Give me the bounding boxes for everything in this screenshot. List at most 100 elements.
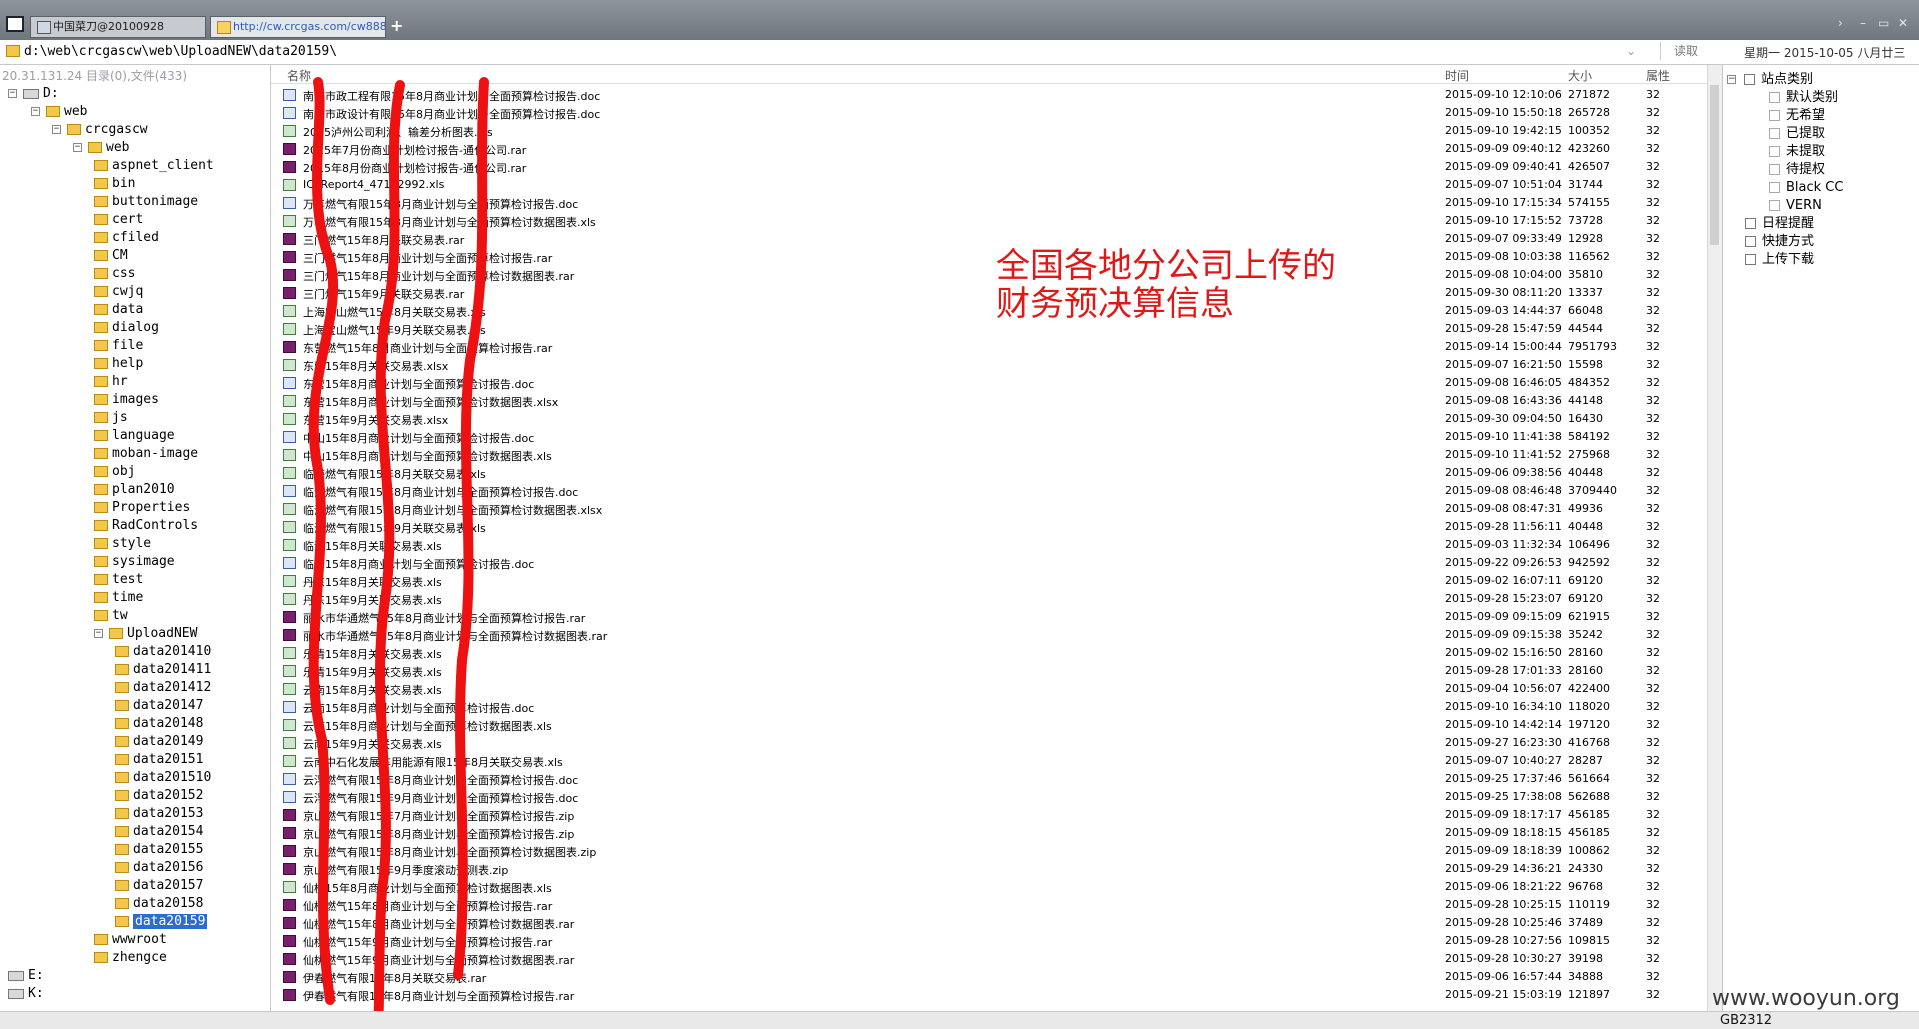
- file-row[interactable]: 上海宝山燃气15年8月关联交易表.xls 2015-09-03 14:44:37 6…: [271, 302, 1691, 320]
- site-category-item[interactable]: 无希望: [1769, 107, 1825, 125]
- file-row[interactable]: 2015年8月份商业计划检讨报告-通化公司.rar 2015-09-09 09:4…: [271, 158, 1691, 176]
- tab-site[interactable]: http://cw.crcgas.com/cw888...: [210, 16, 386, 38]
- tree-item[interactable]: aspnet_client: [94, 157, 214, 175]
- tree-item[interactable]: data201411: [115, 661, 211, 679]
- file-row[interactable]: 仙桃15年8月商业计划与全面预算检讨数据图表.xls 2015-09-06 18:…: [271, 878, 1691, 896]
- tree-item[interactable]: sysimage: [94, 553, 175, 571]
- tree-item[interactable]: E:: [8, 967, 44, 985]
- file-list-scrollbar[interactable]: [1707, 65, 1722, 1011]
- file-row[interactable]: 万年燃气有限15年8月商业计划与全面预算检讨报告.doc 2015-09-10 1…: [271, 194, 1691, 212]
- file-row[interactable]: 丽水市华通燃气15年8月商业计划与全面预算检讨数据图表.rar 2015-09-0…: [271, 626, 1691, 644]
- site-category-item[interactable]: VERN: [1769, 197, 1822, 215]
- tree-item[interactable]: data20149: [115, 733, 203, 751]
- tree-item[interactable]: data20153: [115, 805, 203, 823]
- tree-item[interactable]: buttonimage: [94, 193, 198, 211]
- file-row[interactable]: 临沂15年8月关联交易表.xls 2015-09-03 11:32:34 10649…: [271, 536, 1691, 554]
- tree-item[interactable]: moban-image: [94, 445, 198, 463]
- tree-item[interactable]: js: [94, 409, 128, 427]
- site-category-item[interactable]: 待提权: [1769, 161, 1825, 179]
- minimize-icon[interactable]: –: [1860, 16, 1866, 30]
- site-category-item[interactable]: 未提取: [1769, 143, 1825, 161]
- file-row[interactable]: 仙桃燃气15年9月商业计划与全面预算检讨报告.rar 2015-09-28 10:…: [271, 932, 1691, 950]
- tree-item[interactable]: file: [94, 337, 143, 355]
- tree-item[interactable]: images: [94, 391, 159, 409]
- file-row[interactable]: 伊春燃气有限15年8月商业计划与全面预算检讨报告.rar 2015-09-21 1…: [271, 986, 1691, 1004]
- tree-item[interactable]: − web: [73, 139, 129, 157]
- file-row[interactable]: 京山燃气有限15年8月商业计划与全面预算检讨数据图表.zip 2015-09-09…: [271, 842, 1691, 860]
- file-row[interactable]: 乐清15年9月关联交易表.xls 2015-09-28 17:01:33 28160…: [271, 662, 1691, 680]
- file-row[interactable]: 临海燃气有限15年9月关联交易表.xls 2015-09-28 11:56:11 4…: [271, 518, 1691, 536]
- path-input[interactable]: d:\web\crcgascw\web\UploadNEW\data20159\: [24, 44, 337, 59]
- tree-item[interactable]: test: [94, 571, 143, 589]
- site-category-item[interactable]: 快捷方式: [1745, 233, 1814, 251]
- tree-item[interactable]: cfiled: [94, 229, 159, 247]
- file-row[interactable]: 云南15年8月商业计划与全面预算检讨报告.doc 2015-09-10 16:34…: [271, 698, 1691, 716]
- tree-item[interactable]: data201412: [115, 679, 211, 697]
- tree-item[interactable]: data: [94, 301, 143, 319]
- column-size[interactable]: 大小: [1568, 67, 1592, 84]
- tree-item[interactable]: bin: [94, 175, 135, 193]
- file-row[interactable]: 南京市政设计有限15年8月商业计划与全面预算检讨报告.doc 2015-09-10…: [271, 104, 1691, 122]
- tree-item[interactable]: language: [94, 427, 175, 445]
- tree-item[interactable]: obj: [94, 463, 135, 481]
- file-row[interactable]: 云南中石化发展车用能源有限15年8月关联交易表.xls 2015-09-07 10…: [271, 752, 1691, 770]
- site-category-item[interactable]: 已提取: [1769, 125, 1825, 143]
- file-row[interactable]: 东营15年8月商业计划与全面预算检讨报告.doc 2015-09-08 16:46…: [271, 374, 1691, 392]
- maximize-icon[interactable]: ▭: [1878, 16, 1889, 30]
- tree-item[interactable]: data201510: [115, 769, 211, 787]
- path-dropdown-icon[interactable]: ⌄: [1626, 44, 1636, 58]
- file-row[interactable]: 丹东15年9月关联交易表.xls 2015-09-28 15:23:07 69120…: [271, 590, 1691, 608]
- file-row[interactable]: 临海燃气有限15年8月商业计划与全面预算检讨报告.doc 2015-09-08 0…: [271, 482, 1691, 500]
- tree-item[interactable]: data201410: [115, 643, 211, 661]
- file-row[interactable]: 京山燃气有限15年9月季度滚动预测表.zip 2015-09-29 14:36:2…: [271, 860, 1691, 878]
- tree-item[interactable]: − web: [31, 103, 87, 121]
- file-row[interactable]: 云浮燃气有限15年8月商业计划与全面预算检讨报告.doc 2015-09-25 1…: [271, 770, 1691, 788]
- file-row[interactable]: ICPReport4_47182992.xls 2015-09-07 10:51:…: [271, 176, 1691, 194]
- file-row[interactable]: 临海燃气有限15年8月关联交易表.xls 2015-09-06 09:38:56 4…: [271, 464, 1691, 482]
- file-row[interactable]: 伊春燃气有限15年8月关联交易表.rar 2015-09-06 16:57:44 3…: [271, 968, 1691, 986]
- tree-item[interactable]: time: [94, 589, 143, 607]
- tree-item[interactable]: tw: [94, 607, 128, 625]
- collapse-icon[interactable]: −: [52, 125, 61, 134]
- file-row[interactable]: 临海燃气有限15年8月商业计划与全面预算检讨数据图表.xlsx 2015-09-0…: [271, 500, 1691, 518]
- tree-item[interactable]: hr: [94, 373, 128, 391]
- file-row[interactable]: 云浮燃气有限15年9月商业计划与全面预算检讨报告.doc 2015-09-25 1…: [271, 788, 1691, 806]
- tree-item[interactable]: K:: [8, 985, 44, 1003]
- file-row[interactable]: 东营15年9月关联交易表.xlsx 2015-09-30 09:04:50 1643…: [271, 410, 1691, 428]
- tree-item[interactable]: − crcgascw: [52, 121, 148, 139]
- tree-item[interactable]: data20151: [115, 751, 203, 769]
- scroll-thumb[interactable]: [1710, 85, 1719, 245]
- column-name[interactable]: 名称: [287, 67, 311, 84]
- close-icon[interactable]: ✕: [1898, 16, 1908, 30]
- file-row[interactable]: 云南15年8月商业计划与全面预算检讨数据图表.xls 2015-09-10 14:…: [271, 716, 1691, 734]
- tree-item[interactable]: style: [94, 535, 151, 553]
- collapse-icon[interactable]: −: [94, 629, 103, 638]
- file-row[interactable]: 云南15年9月关联交易表.xls 2015-09-27 16:23:30 41676…: [271, 734, 1691, 752]
- tree-item[interactable]: data20156: [115, 859, 203, 877]
- file-row[interactable]: 仙桃燃气15年8月商业计划与全面预算检讨报告.rar 2015-09-28 10:…: [271, 896, 1691, 914]
- collapse-icon[interactable]: −: [1727, 75, 1736, 84]
- add-tab-button[interactable]: +: [390, 16, 403, 35]
- file-row[interactable]: 三门燃气15年8月商业计划与全面预算检讨数据图表.rar 2015-09-08 1…: [271, 266, 1691, 284]
- file-row[interactable]: 丽水市华通燃气15年8月商业计划与全面预算检讨报告.rar 2015-09-09 …: [271, 608, 1691, 626]
- tree-item[interactable]: data20157: [115, 877, 203, 895]
- file-row[interactable]: 三门燃气15年8月关联交易表.rar 2015-09-07 09:33:49 129…: [271, 230, 1691, 248]
- tree-item[interactable]: RadControls: [94, 517, 198, 535]
- file-row[interactable]: 中山15年8月商业计划与全面预算检讨数据图表.xls 2015-09-10 11:…: [271, 446, 1691, 464]
- tab-caidao[interactable]: 中国菜刀@20100928: [30, 16, 206, 38]
- file-row[interactable]: 乐清15年8月关联交易表.xls 2015-09-02 15:16:50 28160…: [271, 644, 1691, 662]
- collapse-icon[interactable]: −: [73, 143, 82, 152]
- site-category-item[interactable]: 默认类别: [1769, 89, 1838, 107]
- tree-item[interactable]: zhengce: [94, 949, 167, 967]
- app-icon[interactable]: [6, 16, 24, 32]
- next-tab-icon[interactable]: ›: [1838, 16, 1843, 30]
- collapse-icon[interactable]: −: [8, 89, 17, 98]
- file-row[interactable]: 仙桃燃气15年9月商业计划与全面预算检讨数据图表.rar 2015-09-28 1…: [271, 950, 1691, 968]
- tree-item[interactable]: cwjq: [94, 283, 143, 301]
- file-row[interactable]: 东营燃气15年8月商业计划与全面预算检讨报告.rar 2015-09-14 15:…: [271, 338, 1691, 356]
- file-row[interactable]: 南京市政工程有限15年8月商业计划与全面预算检讨报告.doc 2015-09-10…: [271, 86, 1691, 104]
- file-row[interactable]: 云南15年8月关联交易表.xls 2015-09-04 10:56:07 42240…: [271, 680, 1691, 698]
- file-row[interactable]: 东营15年8月关联交易表.xlsx 2015-09-07 16:21:50 1559…: [271, 356, 1691, 374]
- file-row[interactable]: 三门燃气15年9月关联交易表.rar 2015-09-30 08:11:20 133…: [271, 284, 1691, 302]
- file-row[interactable]: 2015年7月份商业计划检讨报告-通化公司.rar 2015-09-09 09:4…: [271, 140, 1691, 158]
